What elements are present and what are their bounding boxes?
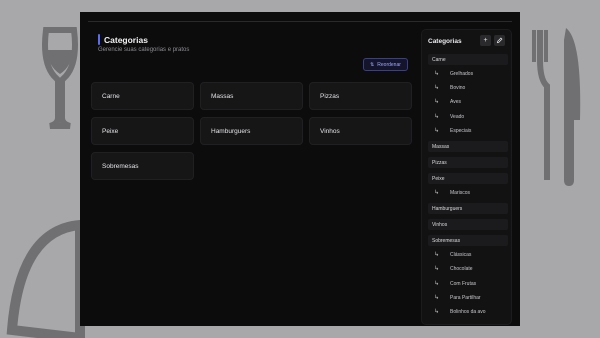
tree-item-label: Carne — [432, 56, 446, 63]
tree-child-bolinhos-da-avo[interactable]: ↳ Bolinhos da avo — [434, 306, 508, 317]
tree-item-label: Peixe — [432, 175, 445, 182]
tree-item-label: Sobremesas — [432, 237, 461, 244]
sort-icon: ⇅ — [370, 61, 375, 68]
tree-item-massas[interactable]: Massas — [428, 141, 508, 152]
category-card-label: Peixe — [102, 127, 119, 135]
category-card-massas[interactable]: Massas — [200, 82, 303, 110]
tree-child-label: Clássicas — [450, 251, 472, 258]
tree-item-vinhos[interactable]: Vinhos — [428, 219, 508, 230]
tree-child-veado[interactable]: ↳ Veado — [434, 111, 508, 122]
page-title: Categorias — [104, 34, 148, 45]
plus-icon: + — [483, 37, 488, 44]
tree-child-para-partilhar[interactable]: ↳ Para Partilhar — [434, 292, 508, 303]
top-divider — [88, 21, 512, 22]
category-card-hamburguers[interactable]: Hamburguers — [200, 117, 303, 145]
edit-category-button[interactable] — [494, 35, 505, 46]
categories-window: Categorias Gerencie suas categorias e pr… — [80, 12, 520, 326]
subcategory-arrow-icon: ↳ — [434, 295, 440, 301]
plate-icon — [6, 219, 85, 338]
subcategory-arrow-icon: ↳ — [434, 128, 440, 134]
tree-child-label: Com Frutas — [450, 280, 477, 287]
category-card-pizzas[interactable]: Pizzas — [309, 82, 412, 110]
tree-item-label: Pizzas — [432, 159, 447, 166]
tree-child-label: Para Partilhar — [450, 294, 481, 301]
category-card-label: Sobremesas — [102, 162, 139, 170]
subcategory-arrow-icon: ↳ — [434, 281, 440, 287]
tree-child-label: Grelhados — [450, 70, 474, 77]
category-card-label: Hamburguers — [211, 127, 251, 135]
add-category-button[interactable]: + — [480, 35, 491, 46]
tree-child-label: Mariscos — [450, 189, 471, 196]
tree-item-label: Vinhos — [432, 221, 448, 228]
page-subtitle: Gerencie suas categorias e pratos — [98, 47, 190, 53]
tree-child-label: Veado — [450, 113, 465, 120]
subcategory-arrow-icon: ↳ — [434, 71, 440, 77]
category-card-peixe[interactable]: Peixe — [91, 117, 194, 145]
subcategory-arrow-icon: ↳ — [434, 85, 440, 91]
subcategory-arrow-icon: ↳ — [434, 114, 440, 120]
tree-child-mariscos[interactable]: ↳ Mariscos — [434, 187, 508, 198]
tree-child-label: Chocolate — [450, 265, 473, 272]
tree-item-carne[interactable]: Carne — [428, 54, 508, 65]
title-accent-bar — [98, 34, 100, 45]
knife-icon — [564, 28, 581, 186]
tree-child-label: Especiais — [450, 127, 472, 134]
tree-item-peixe[interactable]: Peixe — [428, 173, 508, 184]
tree-child-com-frutas[interactable]: ↳ Com Frutas — [434, 278, 508, 289]
pencil-icon — [496, 37, 503, 44]
tree-child-grelhados[interactable]: ↳ Grelhados — [434, 68, 508, 79]
reorder-label: Reordenar — [377, 61, 401, 68]
category-card-vinhos[interactable]: Vinhos — [309, 117, 412, 145]
tree-child-bovino[interactable]: ↳ Bovino — [434, 82, 508, 93]
tree-child-especiais[interactable]: ↳ Especiais — [434, 125, 508, 136]
tree-item-hamburguers[interactable]: Hamburguers — [428, 203, 508, 214]
subcategory-arrow-icon: ↳ — [434, 309, 440, 315]
tree-child-classicas[interactable]: ↳ Clássicas — [434, 249, 508, 260]
wine-glass-icon — [42, 27, 78, 129]
category-card-carne[interactable]: Carne — [91, 82, 194, 110]
subcategory-arrow-icon: ↳ — [434, 190, 440, 196]
category-tree-panel: Categorias + Carne ↳ Grelhados ↳ Bovino ↳ A… — [421, 29, 512, 325]
tree-child-aves[interactable]: ↳ Aves — [434, 96, 508, 107]
subcategory-arrow-icon: ↳ — [434, 266, 440, 272]
subcategory-arrow-icon: ↳ — [434, 99, 440, 105]
tree-child-label: Bolinhos da avo — [450, 308, 486, 315]
category-card-label: Vinhos — [320, 127, 340, 135]
panel-title: Categorias — [428, 38, 462, 45]
tree-item-pizzas[interactable]: Pizzas — [428, 157, 508, 168]
page-header: Categorias Gerencie suas categorias e pr… — [98, 34, 189, 53]
tree-item-sobremesas[interactable]: Sobremesas — [428, 235, 508, 246]
tree-item-label: Hamburguers — [432, 205, 463, 212]
category-card-label: Pizzas — [320, 92, 340, 100]
category-card-label: Carne — [102, 92, 120, 100]
reorder-button[interactable]: ⇅ Reordenar — [363, 58, 408, 71]
tree-child-label: Aves — [450, 98, 462, 105]
subcategory-arrow-icon: ↳ — [434, 252, 440, 258]
category-card-sobremesas[interactable]: Sobremesas — [91, 152, 194, 180]
tree-child-label: Bovino — [450, 84, 466, 91]
category-card-label: Massas — [211, 92, 234, 100]
tree-item-label: Massas — [432, 143, 450, 150]
tree-child-chocolate[interactable]: ↳ Chocolate — [434, 263, 508, 274]
